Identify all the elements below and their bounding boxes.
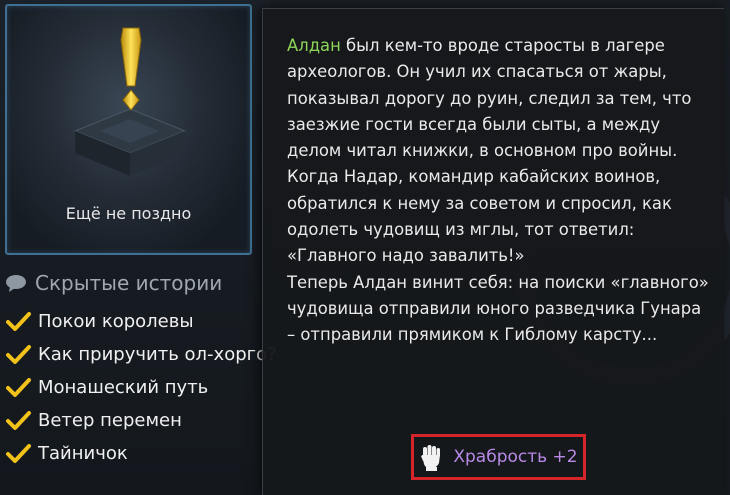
hidden-stories-title: Скрытые истории <box>35 271 223 295</box>
story-item-monk-path[interactable]: Монашеский путь <box>4 371 304 404</box>
story-tooltip: Алдан был кем-то вроде старосты в лагере… <box>262 8 724 495</box>
checkmark-icon <box>6 311 31 331</box>
checkmark-icon <box>6 344 31 364</box>
story-item-label: Как приручить ол-хорго? <box>38 344 277 365</box>
story-item-label: Ветер перемен <box>38 410 182 431</box>
fist-icon <box>421 445 441 471</box>
tooltip-paragraph-1: был кем-то вроде старосты в лагере архео… <box>287 36 692 266</box>
speech-bubble-icon <box>6 275 26 292</box>
story-item-tame-ol-horgo[interactable]: Как приручить ол-хорго? <box>4 338 304 371</box>
tooltip-text: Алдан был кем-то вроде старосты в лагере… <box>287 33 712 349</box>
npc-name: Алдан <box>287 36 341 55</box>
quest-card[interactable]: Ещё не поздно <box>5 4 252 255</box>
tooltip-paragraph-2: Теперь Алдан винит себя: на поиски «глав… <box>287 272 709 345</box>
checkmark-icon <box>6 443 31 463</box>
reward-highlight: Храбрость +2 <box>411 434 586 480</box>
story-item-label: Монашеский путь <box>38 377 209 398</box>
story-item-queen-chambers[interactable]: Покои королевы <box>4 305 304 338</box>
hidden-stories-header: Скрытые истории <box>5 268 222 298</box>
quest-title: Ещё не поздно <box>65 204 192 223</box>
story-item-label: Покои королевы <box>38 311 194 332</box>
exclamation-quest-icon <box>120 27 142 111</box>
story-item-stash[interactable]: Тайничок <box>4 437 304 470</box>
story-item-wind-of-change[interactable]: Ветер перемен <box>4 404 304 437</box>
checkmark-icon <box>6 377 31 397</box>
story-item-label: Тайничок <box>38 443 128 464</box>
hidden-stories-list: Покои королевы Как приручить ол-хорго? М… <box>4 305 304 470</box>
checkmark-icon <box>6 410 31 430</box>
reward-label: Храбрость +2 <box>453 447 578 467</box>
